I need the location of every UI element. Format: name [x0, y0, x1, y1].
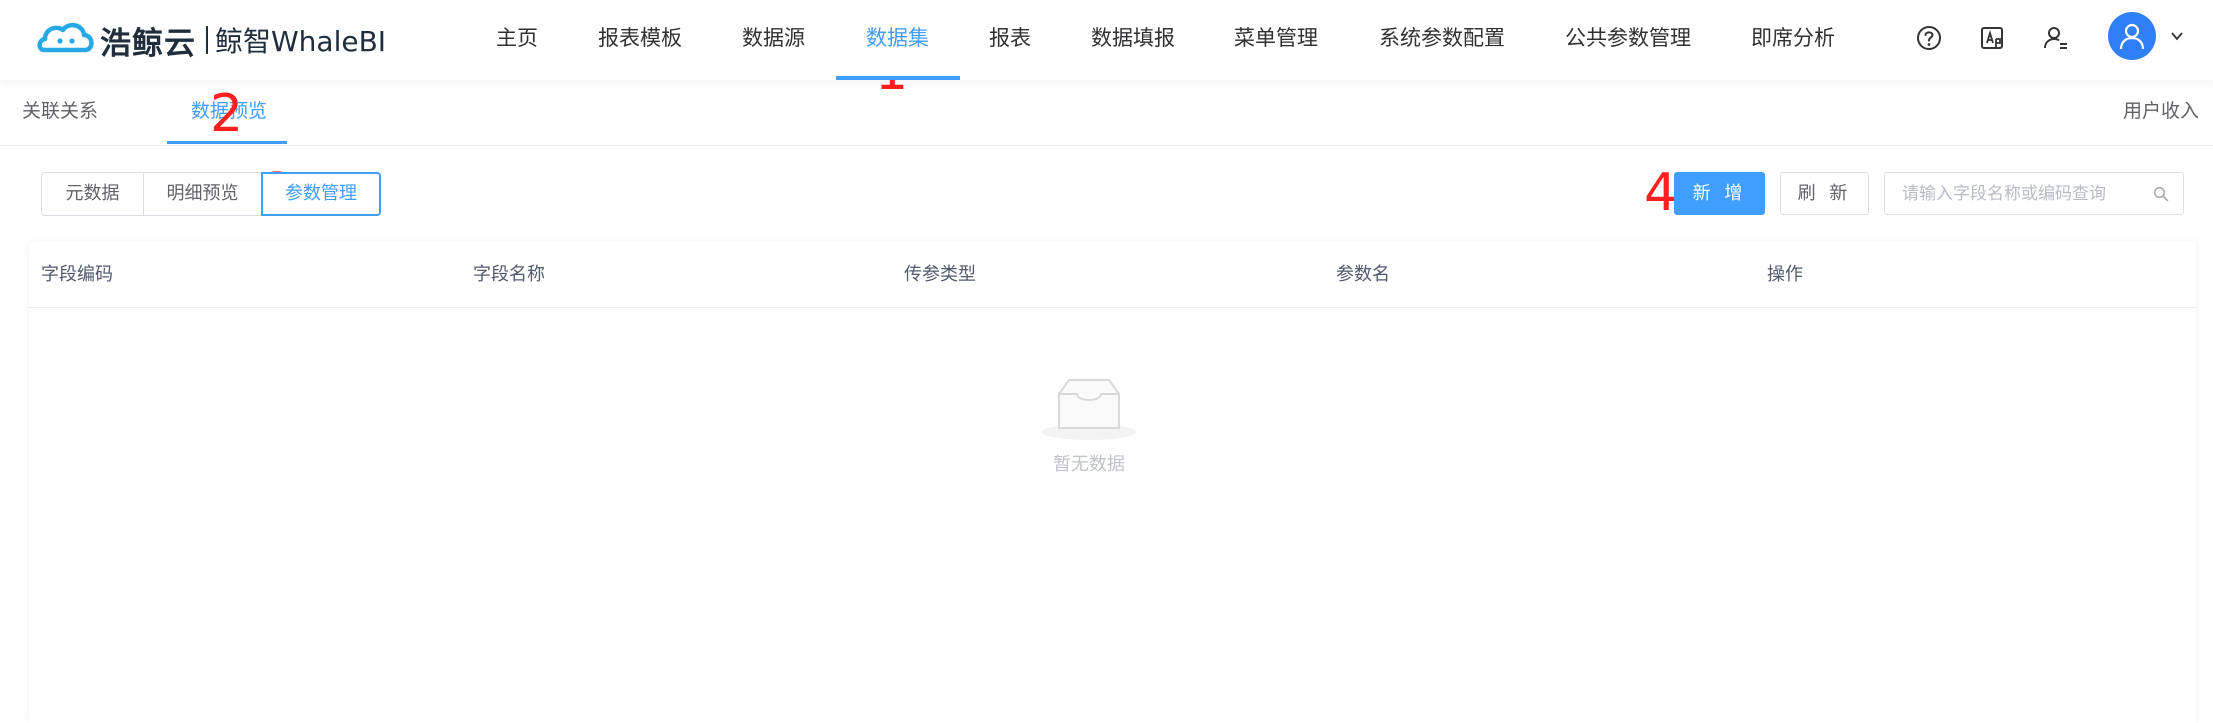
nav-item-data-fill[interactable]: 数据填报: [1091, 0, 1175, 80]
top-header: 浩鲸云 鲸智WhaleBI 主页 报表模板 数据源 数据集 报表 数据填报 菜单…: [0, 0, 2213, 80]
refresh-button[interactable]: 刷 新: [1780, 172, 1869, 215]
help-icon[interactable]: [1913, 22, 1945, 54]
search-box: [1884, 172, 2184, 215]
column-header-field-code: 字段编码: [41, 264, 113, 285]
user-avatar-icon: [2119, 23, 2145, 50]
dataset-name-label: 用户收入: [2122, 100, 2199, 122]
search-input[interactable]: [1886, 174, 2136, 213]
nav-item-datasource[interactable]: 数据源: [742, 0, 805, 80]
brand-name: 浩鲸云: [100, 25, 196, 62]
account-switch-icon[interactable]: [1976, 22, 2008, 54]
column-header-param-name: 参数名: [1336, 264, 1390, 285]
nav-item-dataset[interactable]: 数据集: [866, 0, 929, 80]
product-name: 鲸智WhaleBI: [215, 25, 387, 58]
chevron-down-icon[interactable]: [2170, 29, 2184, 43]
nav-item-report[interactable]: 报表: [989, 0, 1031, 80]
brand-divider: [206, 26, 208, 54]
segment-metadata[interactable]: 元数据: [41, 172, 144, 216]
user-settings-icon[interactable]: [2040, 22, 2072, 54]
tab-relations[interactable]: 关联关系: [22, 80, 98, 146]
column-header-actions: 操作: [1767, 264, 1803, 285]
brand-logo[interactable]: 浩鲸云 鲸智WhaleBI: [36, 18, 386, 62]
column-header-param-type: 传参类型: [904, 264, 976, 285]
add-button[interactable]: 新 增: [1674, 172, 1765, 215]
user-avatar[interactable]: [2108, 12, 2156, 60]
nav-active-indicator: [836, 76, 960, 80]
annotation-4: 4: [1644, 163, 1678, 223]
empty-text: 暂无数据: [1053, 454, 1125, 475]
column-header-field-name: 字段名称: [473, 264, 545, 285]
view-switcher: 元数据 明细预览 参数管理: [41, 172, 381, 216]
segment-detail-preview[interactable]: 明细预览: [143, 172, 262, 216]
empty-inbox-icon: [1042, 379, 1136, 440]
cloud-logo-icon: [37, 22, 94, 53]
table-header: 字段编码 字段名称 传参类型 参数名 操作: [29, 242, 2196, 308]
nav-item-home[interactable]: 主页: [496, 0, 538, 80]
empty-state: 暂无数据: [1034, 372, 1144, 476]
nav-item-system-params[interactable]: 系统参数配置: [1379, 0, 1505, 80]
search-icon[interactable]: [2153, 186, 2169, 202]
annotation-2: 2: [210, 84, 244, 144]
nav-item-public-params[interactable]: 公共参数管理: [1565, 0, 1691, 80]
nav-item-menu-management[interactable]: 菜单管理: [1234, 0, 1318, 80]
nav-item-report-template[interactable]: 报表模板: [598, 0, 682, 80]
param-table: 字段编码 字段名称 传参类型 参数名 操作: [29, 242, 2196, 723]
segment-param-management[interactable]: 参数管理: [261, 172, 381, 216]
sub-tabs: 关联关系 数据预览 用户收入: [0, 80, 2213, 146]
nav-item-adhoc-analysis[interactable]: 即席分析: [1751, 0, 1835, 80]
